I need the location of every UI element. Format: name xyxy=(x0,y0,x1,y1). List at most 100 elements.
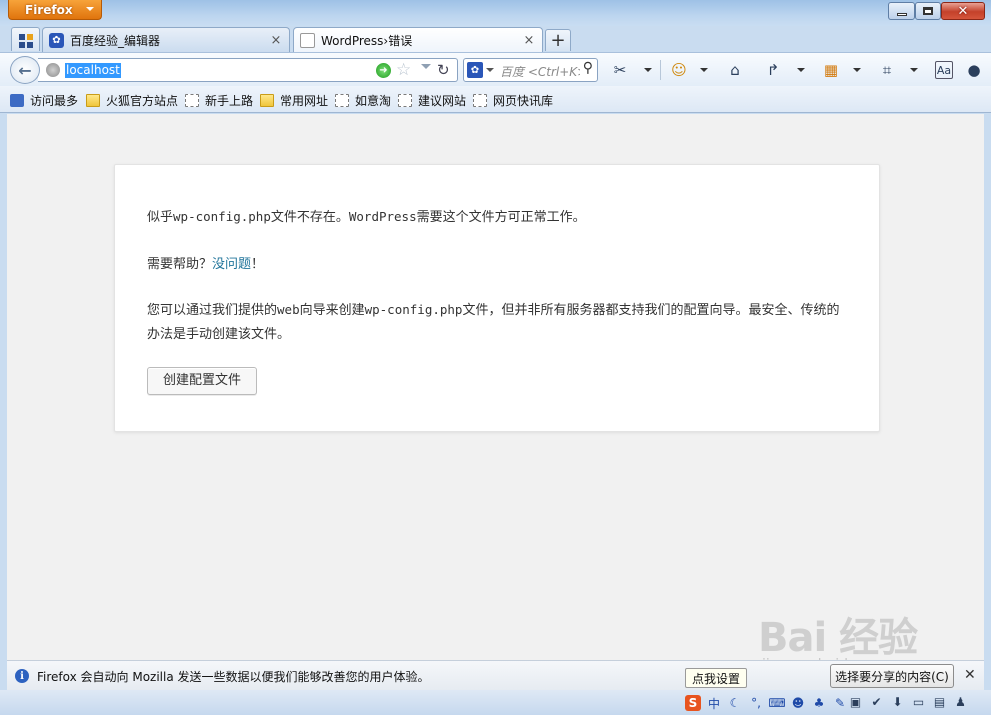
grid-icon-cell xyxy=(27,34,33,40)
tab-close-icon[interactable]: × xyxy=(522,33,536,48)
shirt-icon[interactable]: ♣ xyxy=(811,695,827,711)
keyboard-icon[interactable]: ⌨ xyxy=(768,695,785,711)
chevron-down-icon[interactable] xyxy=(853,68,861,76)
minimize-icon xyxy=(896,12,907,16)
moon-icon[interactable]: ☾ xyxy=(727,695,743,711)
save-icon[interactable]: ▤ xyxy=(932,694,947,709)
bookmark-common-sites[interactable]: 常用网址 xyxy=(260,92,328,108)
help-link[interactable]: 没问题 xyxy=(212,257,251,272)
firefox-menu-button[interactable]: Firefox xyxy=(8,0,102,20)
text-span: 需要帮助？ xyxy=(147,257,213,272)
config-filename: wp-config.php xyxy=(364,302,463,317)
tab-label: WordPress›错误 xyxy=(321,34,413,48)
url-input[interactable]: localhost xyxy=(65,63,121,78)
text-span: 您可以通过我们提供的 xyxy=(147,303,278,318)
crop-icon[interactable]: ⌗ xyxy=(878,61,896,79)
smiley-icon[interactable]: ☺ xyxy=(670,61,688,79)
chevron-down-icon[interactable] xyxy=(486,68,494,76)
notification-bar: i Firefox 会自动向 Mozilla 发送一些数据以便我们能够改善您的用… xyxy=(7,660,984,690)
most-visited-icon xyxy=(10,93,24,107)
bookmark-label: 如意淘 xyxy=(355,93,392,108)
close-window-button[interactable]: ✕ xyxy=(941,2,985,20)
help-line: 需要帮助？没问题！ xyxy=(147,253,849,277)
ime-mode-label[interactable]: 中 xyxy=(706,695,722,711)
apps-icon[interactable]: ▦ xyxy=(822,61,840,79)
chat-bubble-icon[interactable]: ● xyxy=(965,61,983,79)
bookmark-most-visited[interactable]: 访问最多 xyxy=(10,92,78,108)
bookmark-getting-started[interactable]: 新手上路 xyxy=(185,92,253,108)
paw-icon[interactable]: ✿ xyxy=(467,62,483,78)
punctuation-icon[interactable]: °, xyxy=(748,695,764,711)
ime-settings-tooltip[interactable]: 点我设置 xyxy=(685,668,747,688)
choose-share-button[interactable]: 选择要分享的内容(C) xyxy=(830,664,954,688)
page-icon xyxy=(398,93,412,107)
bookmark-star-icon[interactable]: ☆ xyxy=(396,60,411,80)
bookmark-web-slices[interactable]: 网页快讯库 xyxy=(473,92,553,108)
page-icon xyxy=(335,93,349,107)
text-span: 需要这个文件方可正常工作。 xyxy=(416,210,586,225)
share-icon[interactable]: ↱ xyxy=(764,61,782,79)
folder-icon xyxy=(86,93,100,107)
chevron-down-icon[interactable] xyxy=(644,68,652,76)
window-icon[interactable]: ▭ xyxy=(911,694,926,709)
maximize-icon xyxy=(923,7,933,15)
chevron-down-icon[interactable] xyxy=(797,68,805,76)
search-input[interactable]: 百度 <Ctrl+K> xyxy=(500,63,580,80)
screenshot-icon[interactable]: ✂ xyxy=(611,61,629,79)
text-span: 文件不存在。 xyxy=(270,210,349,225)
toolbar-separator xyxy=(660,60,661,80)
search-bar[interactable]: ✿ 百度 <Ctrl+K> ⚲ xyxy=(463,58,598,82)
tab-wordpress-error[interactable]: WordPress›错误 × xyxy=(293,27,543,53)
bookmark-label: 建议网站 xyxy=(418,93,467,108)
create-config-button[interactable]: 创建配置文件 xyxy=(147,367,257,395)
firefox-menu-label: Firefox xyxy=(25,2,73,17)
page-content: 似乎wp-config.php文件不存在。WordPress需要这个文件方可正常… xyxy=(7,114,984,660)
sogou-ime-icon[interactable]: S xyxy=(685,695,701,711)
page-tool-icon[interactable]: ▣ xyxy=(848,694,863,709)
bookmark-label: 火狐官方站点 xyxy=(106,93,179,108)
window-titlebar: Firefox ✕ xyxy=(0,0,991,26)
wrench-icon[interactable]: ✎ xyxy=(832,695,848,711)
text-span: 似乎 xyxy=(147,210,174,225)
grid-icon-cell xyxy=(19,42,25,48)
tab-baidu-editor[interactable]: ✿ 百度经验_编辑器 × xyxy=(42,27,290,52)
config-filename: wp-config.php xyxy=(173,209,271,224)
chevron-down-icon[interactable] xyxy=(910,68,918,76)
home-icon[interactable]: ⌂ xyxy=(726,61,744,79)
maximize-button[interactable] xyxy=(915,2,941,20)
tab-strip: ✿ 百度经验_编辑器 × WordPress›错误 × + xyxy=(0,26,991,53)
back-arrow-icon: ← xyxy=(18,60,32,80)
chevron-down-icon xyxy=(86,7,94,15)
back-button[interactable]: ← xyxy=(10,56,40,84)
reader-icon[interactable]: Aa xyxy=(935,61,953,79)
text-span: ！ xyxy=(251,257,265,272)
url-bar[interactable]: localhost ➜ ☆ ↻ xyxy=(38,58,458,82)
person-icon[interactable]: ♟ xyxy=(953,694,968,709)
bookmark-label: 常用网址 xyxy=(280,93,329,108)
tab-close-icon[interactable]: × xyxy=(269,33,283,48)
reload-icon[interactable]: ↻ xyxy=(437,61,450,79)
tab-label: 百度经验_编辑器 xyxy=(70,33,161,48)
go-arrow-icon[interactable]: ➜ xyxy=(376,63,391,78)
download-icon[interactable]: ⬇ xyxy=(890,694,905,709)
wizard-info-message: 您可以通过我们提供的web向导来创建wp-config.php文件，但并非所有服… xyxy=(147,298,849,347)
minimize-button[interactable] xyxy=(888,2,915,20)
close-icon[interactable]: ✕ xyxy=(964,667,976,683)
history-dropdown-icon[interactable] xyxy=(421,64,431,74)
check-icon[interactable]: ✔ xyxy=(869,694,884,709)
chevron-down-icon[interactable] xyxy=(700,68,708,76)
tab-groups-button[interactable] xyxy=(11,27,40,51)
grid-icon-cell xyxy=(27,42,33,48)
folder-icon xyxy=(260,93,274,107)
user-icon[interactable]: ☻ xyxy=(790,695,806,711)
bookmark-ruyitao[interactable]: 如意淘 xyxy=(335,92,391,108)
new-tab-button[interactable]: + xyxy=(545,29,571,51)
bookmarks-toolbar: 访问最多 火狐官方站点 新手上路 常用网址 如意淘 建议网站 网页快讯库 xyxy=(0,86,991,113)
config-missing-message: 似乎wp-config.php文件不存在。WordPress需要这个文件方可正常… xyxy=(147,205,849,230)
web-word: web xyxy=(277,302,300,317)
bookmark-suggested-sites[interactable]: 建议网站 xyxy=(398,92,466,108)
magnifier-icon[interactable]: ⚲ xyxy=(583,60,593,76)
bookmark-firefox-official[interactable]: 火狐官方站点 xyxy=(86,92,178,108)
navigation-toolbar: localhost ➜ ☆ ↻ ← ✿ 百度 <Ctrl+K> ⚲ ✂ ☺ ⌂ … xyxy=(0,52,991,86)
text-span: 向导来创建 xyxy=(299,303,365,318)
